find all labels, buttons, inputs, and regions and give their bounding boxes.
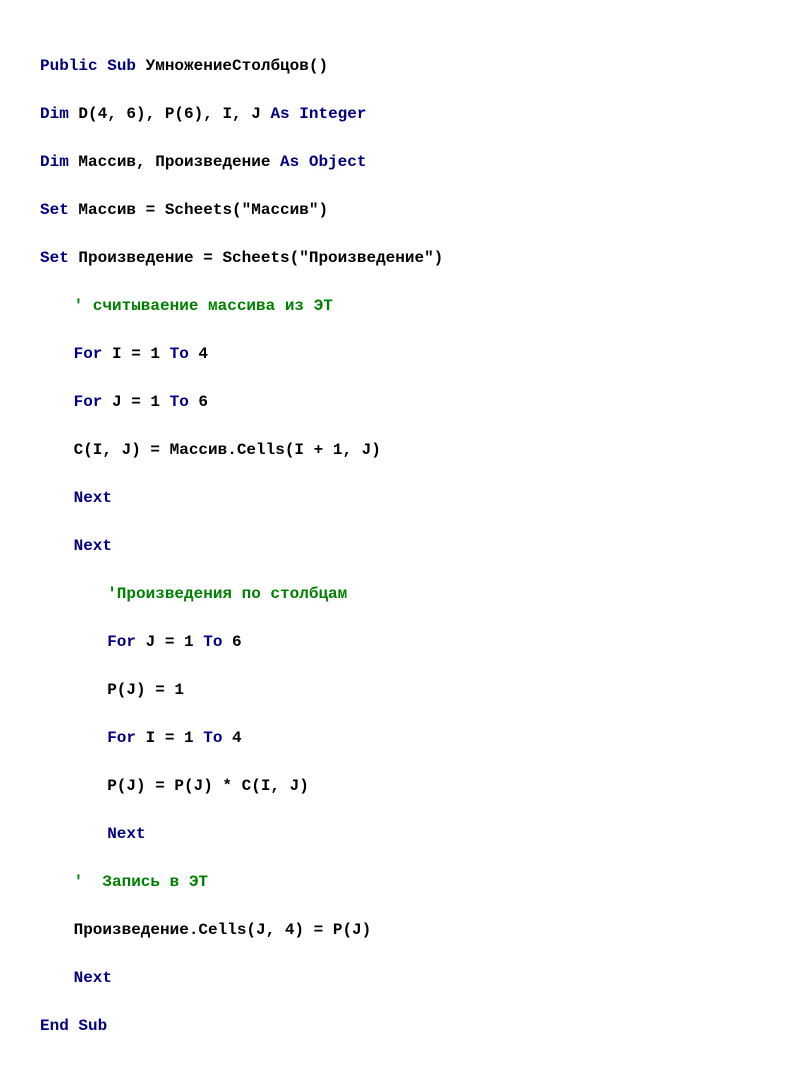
keyword: Next [107, 825, 145, 843]
keyword: Dim [40, 105, 69, 123]
keyword: Next [74, 969, 112, 987]
code-text: Массив, Произведение [69, 153, 280, 171]
keyword: Dim [40, 153, 69, 171]
keyword: Next [74, 489, 112, 507]
code-line: For J = 1 To 6 [40, 390, 760, 414]
keyword: As Object [280, 153, 366, 171]
code-line: ' Запись в ЭТ [40, 870, 760, 894]
keyword: Public Sub [40, 57, 136, 75]
code-line: P(J) = 1 [40, 678, 760, 702]
code-text: 6 [222, 633, 241, 651]
keyword: Next [74, 537, 112, 555]
comment: 'Произведения по столбцам [107, 585, 347, 603]
keyword: For [74, 393, 103, 411]
code-text: Массив = Scheets("Массив") [69, 201, 328, 219]
keyword: To [170, 393, 189, 411]
code-line: Произведение.Cells(J, 4) = P(J) [40, 918, 760, 942]
code-text: J = 1 [136, 633, 203, 651]
comment: ' Запись в ЭТ [74, 873, 208, 891]
code-text: I = 1 [136, 729, 203, 747]
code-line: P(J) = P(J) * C(I, J) [40, 774, 760, 798]
code-line: For I = 1 To 4 [40, 726, 760, 750]
keyword: To [203, 729, 222, 747]
code-line: Next [40, 486, 760, 510]
code-line: Next [40, 966, 760, 990]
code-text: Произведение.Cells(J, 4) = P(J) [74, 921, 372, 939]
code-line: ' считываение массива из ЭТ [40, 294, 760, 318]
code-line: Dim Массив, Произведение As Object [40, 150, 760, 174]
keyword: To [203, 633, 222, 651]
code-line: For J = 1 To 6 [40, 630, 760, 654]
code-block: Public Sub УмножениеСтолбцов() Dim D(4, … [40, 30, 760, 1062]
code-line: For I = 1 To 4 [40, 342, 760, 366]
code-text: УмножениеСтолбцов() [136, 57, 328, 75]
code-line: C(I, J) = Массив.Cells(I + 1, J) [40, 438, 760, 462]
code-text: 6 [189, 393, 208, 411]
code-line: Next [40, 534, 760, 558]
code-line: Dim D(4, 6), P(6), I, J As Integer [40, 102, 760, 126]
keyword: To [170, 345, 189, 363]
keyword: For [107, 729, 136, 747]
code-text: I = 1 [102, 345, 169, 363]
code-text: P(J) = 1 [107, 681, 184, 699]
code-text: 4 [189, 345, 208, 363]
comment: ' считываение массива из ЭТ [74, 297, 333, 315]
code-line: Set Массив = Scheets("Массив") [40, 198, 760, 222]
code-line: Set Произведение = Scheets("Произведение… [40, 246, 760, 270]
keyword: For [107, 633, 136, 651]
code-text: D(4, 6), P(6), I, J [69, 105, 271, 123]
keyword: End Sub [40, 1017, 107, 1035]
code-line: Next [40, 822, 760, 846]
code-text: 4 [222, 729, 241, 747]
keyword: For [74, 345, 103, 363]
code-line: 'Произведения по столбцам [40, 582, 760, 606]
code-line: End Sub [40, 1014, 760, 1038]
code-line: Public Sub УмножениеСтолбцов() [40, 54, 760, 78]
code-text: C(I, J) = Массив.Cells(I + 1, J) [74, 441, 381, 459]
keyword: As Integer [270, 105, 366, 123]
code-text: J = 1 [102, 393, 169, 411]
keyword: Set [40, 249, 69, 267]
keyword: Set [40, 201, 69, 219]
code-text: Произведение = Scheets("Произведение") [69, 249, 443, 267]
code-text: P(J) = P(J) * C(I, J) [107, 777, 309, 795]
